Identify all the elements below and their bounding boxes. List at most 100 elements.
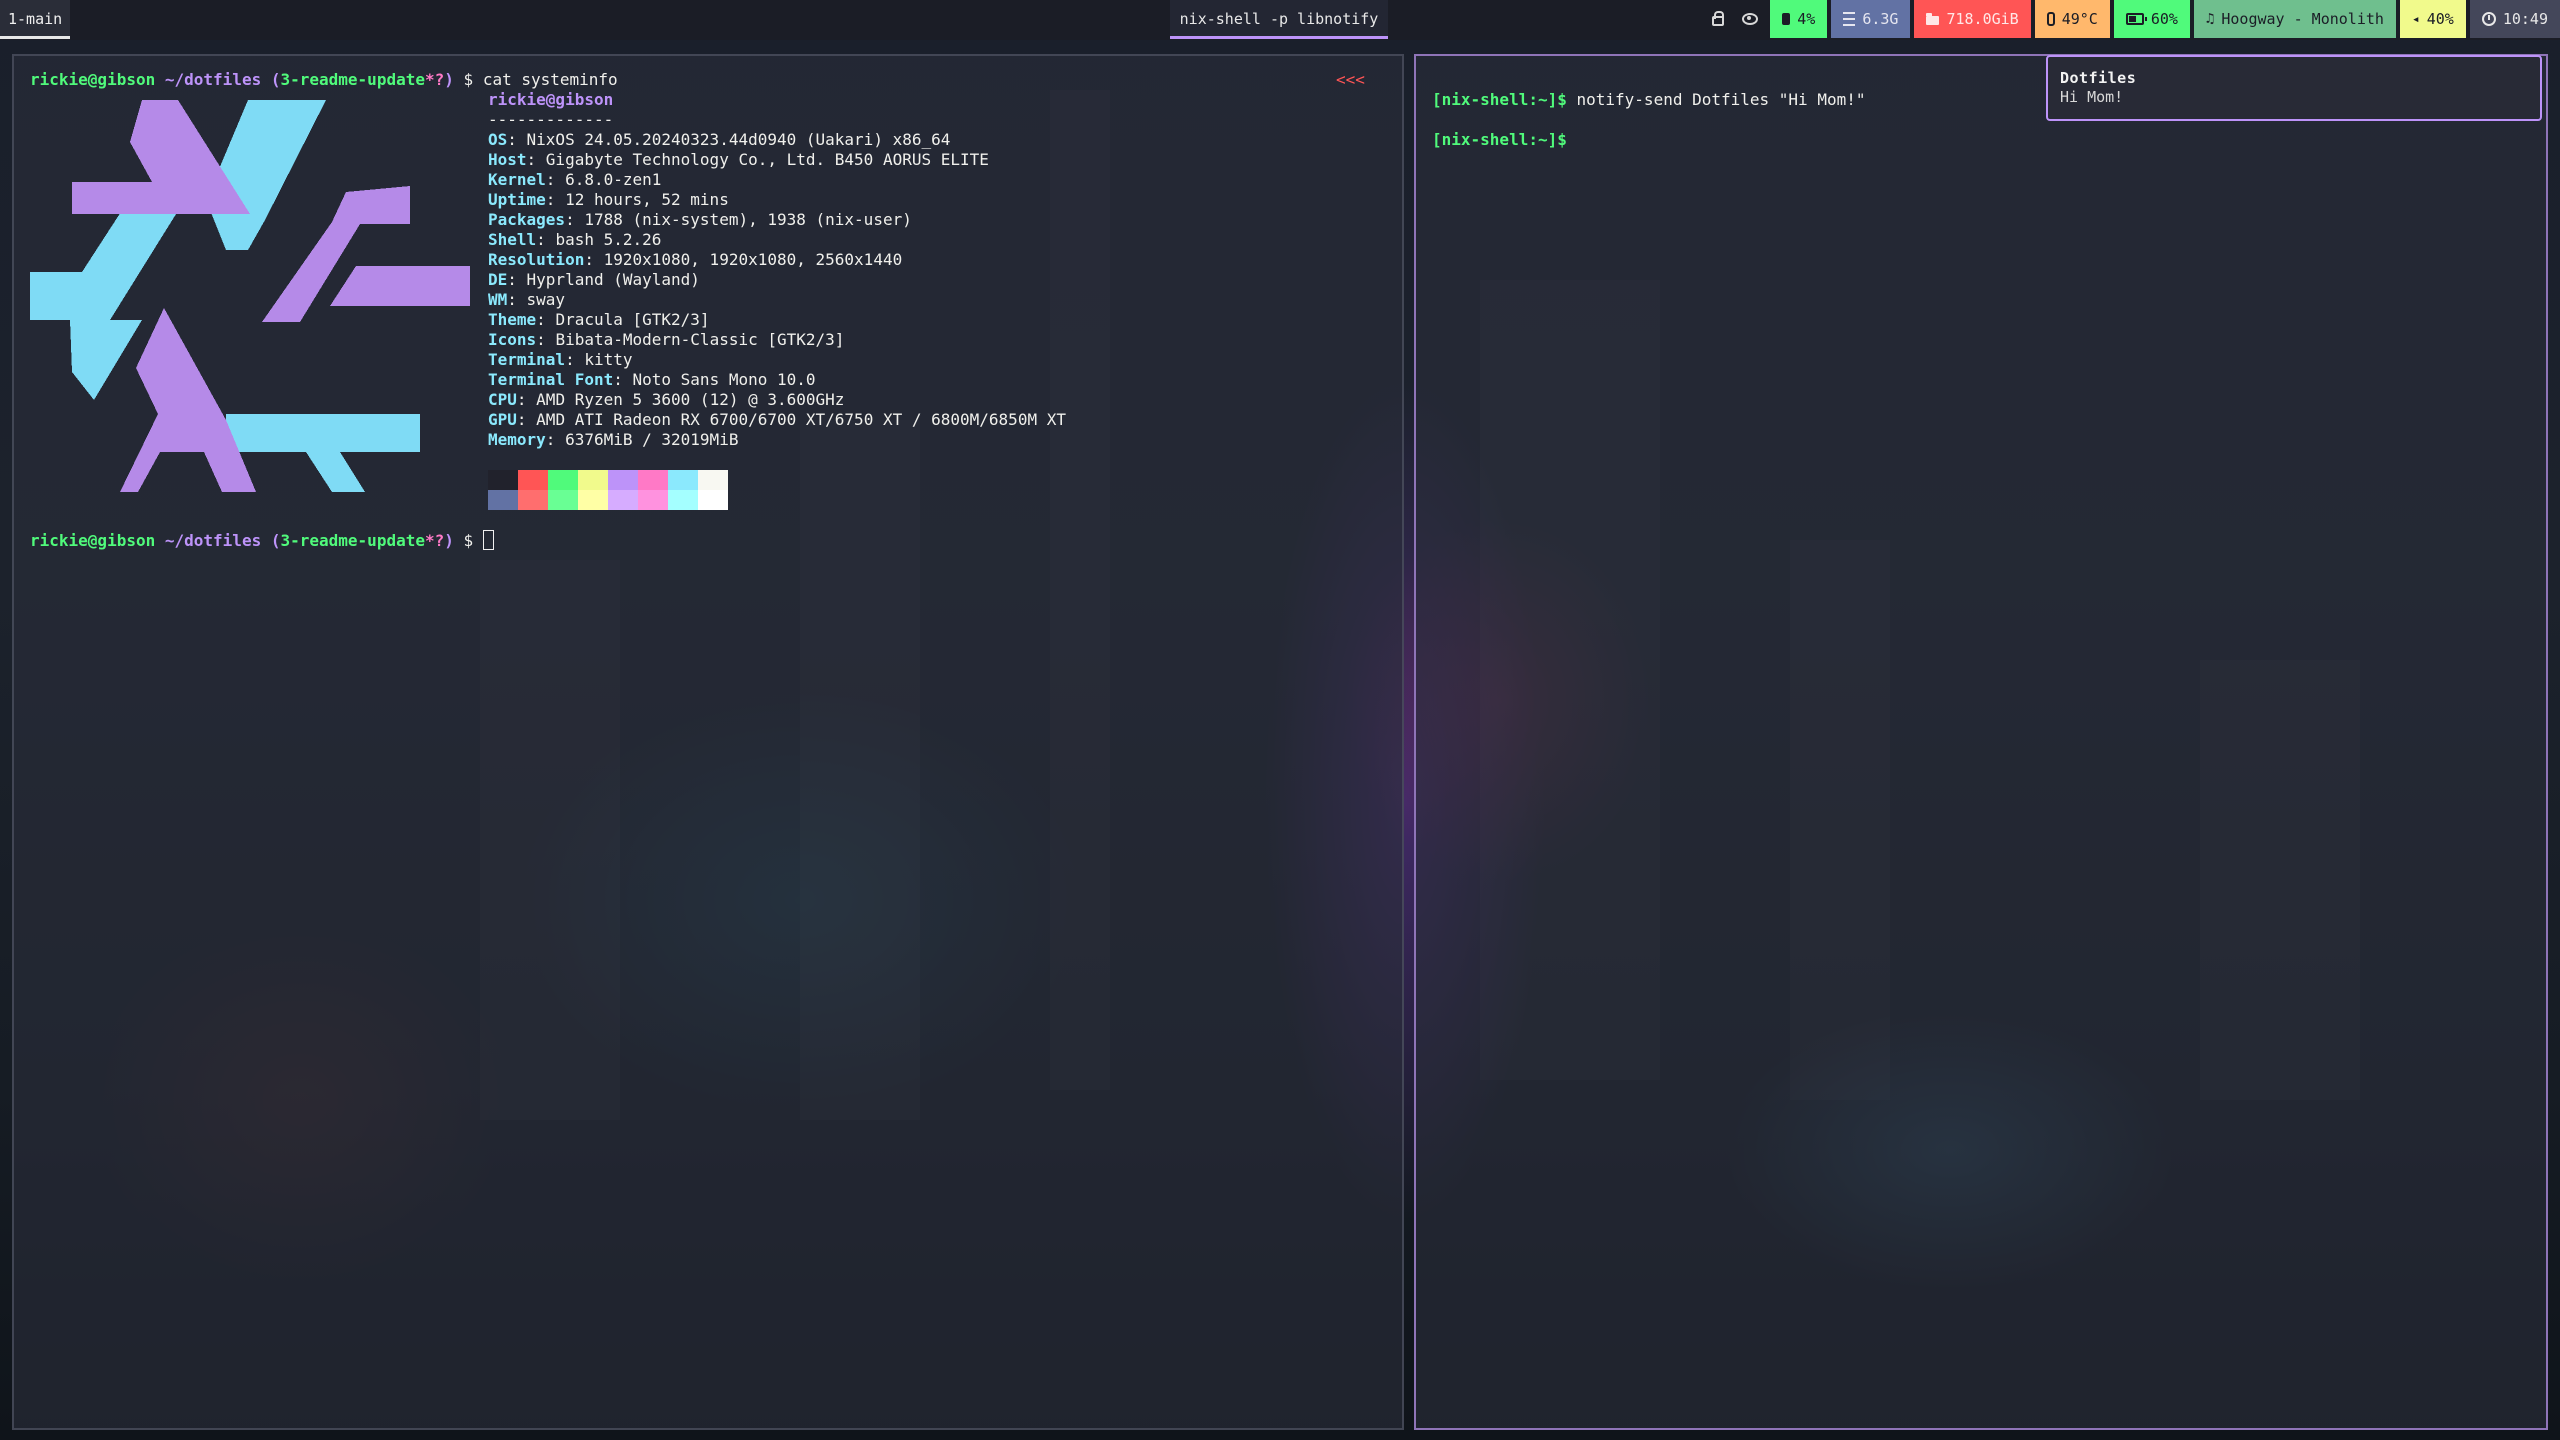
- prompt-line: rickie@gibson ~/dotfiles (3-readme-updat…: [30, 70, 618, 90]
- info-row: Terminal: kitty: [488, 350, 633, 370]
- battery-value: 60%: [2150, 10, 2178, 28]
- terminal-left[interactable]: rickie@gibson ~/dotfiles (3-readme-updat…: [12, 54, 1404, 1430]
- nix-shell-command: notify-send Dotfiles "Hi Mom!": [1576, 90, 1866, 109]
- info-row: OS: NixOS 24.05.20240323.44d0940 (Uakari…: [488, 130, 950, 150]
- palette-swatch: [578, 470, 608, 490]
- thermometer-icon: [2046, 12, 2055, 26]
- terminal-right[interactable]: [nix-shell:~]$ notify-send Dotfiles "Hi …: [1414, 54, 2548, 1430]
- info-row: DE: Hyprland (Wayland): [488, 270, 700, 290]
- info-key: Host: [488, 150, 527, 169]
- text-cursor: [482, 530, 494, 550]
- info-row: Memory: 6376MiB / 32019MiB: [488, 430, 738, 450]
- info-colon: :: [526, 150, 546, 169]
- info-colon: :: [545, 190, 566, 209]
- prompt-dirty: *?: [424, 70, 445, 89]
- info-value: 1788 (nix-system), 1938 (nix-user): [584, 210, 912, 229]
- info-row: Resolution: 1920x1080, 1920x1080, 2560x1…: [488, 250, 902, 270]
- prompt-path: ~/dotfiles: [164, 70, 262, 89]
- info-value: Gigabyte Technology Co., Ltd. B450 AORUS…: [545, 150, 989, 169]
- info-row: CPU: AMD Ryzen 5 3600 (12) @ 3.600GHz: [488, 390, 844, 410]
- cpu-value: 4%: [1797, 10, 1816, 28]
- nix-shell-prompt: [nix-shell:~]$: [1432, 90, 1567, 109]
- info-key: Icons: [488, 330, 537, 349]
- info-key: Shell: [488, 230, 537, 249]
- palette-swatch: [638, 490, 668, 510]
- active-window-title: nix-shell -p libnotify: [1170, 0, 1388, 39]
- prompt-paren-close-2: ): [444, 531, 454, 550]
- palette-swatch: [548, 470, 578, 490]
- palette-swatch: [608, 490, 638, 510]
- info-row: Kernel: 6.8.0-zen1: [488, 170, 661, 190]
- info-value: 6376MiB / 32019MiB: [565, 430, 739, 449]
- lock-icon: [1712, 11, 1725, 26]
- notification-popup[interactable]: Dotfiles Hi Mom!: [2046, 55, 2542, 121]
- palette-swatch: [488, 490, 518, 510]
- prompt-paren-close: ): [444, 70, 454, 89]
- info-colon: :: [516, 410, 537, 429]
- idle-module[interactable]: [1734, 0, 1766, 38]
- info-colon: :: [565, 350, 585, 369]
- info-value: Bibata-Modern-Classic [GTK2/3]: [555, 330, 845, 349]
- battery-icon: [2125, 13, 2147, 25]
- battery-module[interactable]: 60%: [2113, 0, 2190, 38]
- clock-module[interactable]: 10:49: [2469, 0, 2560, 38]
- info-key: Memory: [488, 430, 546, 449]
- prompt-path-2: ~/dotfiles: [164, 531, 262, 550]
- right-prompt-marker: <<<: [1336, 70, 1365, 89]
- info-value: Hyprland (Wayland): [526, 270, 700, 289]
- info-key: Resolution: [488, 250, 585, 269]
- media-value: Hoogway - Monolith: [2221, 10, 2384, 28]
- info-value: bash 5.2.26: [555, 230, 662, 249]
- workspace-label: 1-main: [8, 10, 63, 28]
- info-value: kitty: [584, 350, 633, 369]
- top-bar: 1-main nix-shell -p libnotify 4% 6.3G 718.…: [0, 0, 2560, 40]
- disk-module[interactable]: 718.0GiB: [1914, 0, 2031, 38]
- nix-shell-prompt-line: [nix-shell:~]$: [1432, 130, 1567, 150]
- palette-swatch: [518, 470, 548, 490]
- prompt-user-2: rickie@gibson: [30, 531, 156, 550]
- info-colon: :: [584, 250, 604, 269]
- info-value: AMD Ryzen 5 3600 (12) @ 3.600GHz: [536, 390, 845, 409]
- nixos-logo-icon: [30, 100, 470, 492]
- nix-shell-prompt-2: [nix-shell:~]$: [1432, 130, 1567, 149]
- palette-swatch: [638, 470, 668, 490]
- eye-icon: [1742, 13, 1759, 25]
- temperature-module[interactable]: 49°C: [2034, 0, 2110, 38]
- command-text: cat systeminfo: [482, 70, 618, 89]
- info-key: Kernel: [488, 170, 546, 189]
- info-colon: :: [507, 130, 527, 149]
- info-key: DE: [488, 270, 508, 289]
- info-value: NixOS 24.05.20240323.44d0940 (Uakari) x8…: [526, 130, 951, 149]
- info-key: OS: [488, 130, 508, 149]
- cpu-module[interactable]: 4%: [1770, 0, 1828, 38]
- info-row: Packages: 1788 (nix-system), 1938 (nix-u…: [488, 210, 912, 230]
- palette-swatch: [698, 470, 728, 490]
- info-key: Terminal: [488, 350, 566, 369]
- info-row: Host: Gigabyte Technology Co., Ltd. B450…: [488, 150, 989, 170]
- prompt-symbol: $: [463, 70, 474, 89]
- palette-swatch: [518, 490, 548, 510]
- volume-value: 40%: [2426, 10, 2454, 28]
- info-row: WM: sway: [488, 290, 565, 310]
- folder-icon: [1926, 12, 1940, 25]
- memory-module[interactable]: 6.3G: [1831, 0, 1911, 38]
- memory-icon: [1843, 12, 1856, 26]
- info-row: Uptime: 12 hours, 52 mins: [488, 190, 729, 210]
- volume-module[interactable]: ◂ 40%: [2399, 0, 2466, 38]
- info-row: Theme: Dracula [GTK2/3]: [488, 310, 710, 330]
- info-colon: :: [536, 310, 556, 329]
- info-colon: :: [613, 370, 633, 389]
- lock-module[interactable]: [1704, 0, 1732, 38]
- info-value: 6.8.0-zen1: [565, 170, 662, 189]
- palette-swatch: [578, 490, 608, 510]
- palette-swatch: [668, 490, 698, 510]
- info-key: Terminal Font: [488, 370, 614, 389]
- palette-swatch: [548, 490, 578, 510]
- media-module[interactable]: ♫ Hoogway - Monolith: [2193, 0, 2396, 38]
- info-value: AMD ATI Radeon RX 6700/6700 XT/6750 XT /…: [536, 410, 1066, 429]
- info-value: 1920x1080, 1920x1080, 2560x1440: [603, 250, 903, 269]
- music-note-icon: ♫: [2205, 11, 2215, 27]
- info-value: Dracula [GTK2/3]: [555, 310, 710, 329]
- speaker-icon: ◂: [2411, 11, 2420, 27]
- workspace-button[interactable]: 1-main: [0, 0, 71, 39]
